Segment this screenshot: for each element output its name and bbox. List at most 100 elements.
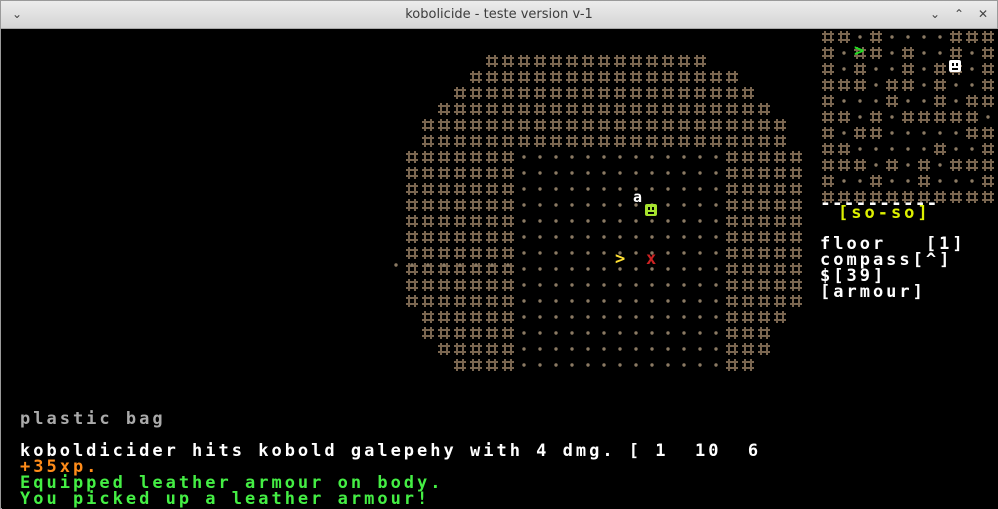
- wall-tile: [950, 159, 962, 171]
- floor-tile: [650, 347, 654, 351]
- floor-tile: [682, 331, 686, 335]
- floor-tile: [570, 283, 574, 287]
- floor-tile: [682, 155, 686, 159]
- wall-tile: [550, 71, 562, 83]
- wall-tile: [454, 87, 466, 99]
- wall-tile: [454, 327, 466, 339]
- wall-tile: [902, 79, 914, 91]
- floor-tile: [634, 315, 638, 319]
- floor-tile: [602, 219, 606, 223]
- wall-tile: [758, 263, 770, 275]
- floor-tile: [890, 51, 894, 55]
- game-screen[interactable]: a > x > ---------- [so-so] floor [1] com…: [2, 29, 998, 509]
- wall-tile: [582, 87, 594, 99]
- wall-tile: [486, 103, 498, 115]
- wall-tile: [838, 79, 850, 91]
- wall-tile: [646, 71, 658, 83]
- floor-tile: [682, 171, 686, 175]
- wall-tile: [502, 55, 514, 67]
- wall-tile: [774, 279, 786, 291]
- floor-tile: [874, 67, 878, 71]
- wall-tile: [630, 103, 642, 115]
- wall-tile: [534, 103, 546, 115]
- floor-tile: [522, 283, 526, 287]
- wall-tile: [742, 135, 754, 147]
- monster-letter: a: [633, 188, 646, 206]
- floor-tile: [682, 219, 686, 223]
- wall-tile: [662, 71, 674, 83]
- wall-tile: [406, 183, 418, 195]
- floor-tile: [970, 67, 974, 71]
- wall-tile: [966, 31, 978, 43]
- wall-tile: [486, 295, 498, 307]
- wall-tile: [726, 295, 738, 307]
- wall-tile: [438, 295, 450, 307]
- wall-tile: [982, 175, 994, 187]
- floor-tile: [874, 99, 878, 103]
- wall-tile: [518, 87, 530, 99]
- wall-tile: [934, 111, 946, 123]
- wall-tile: [486, 71, 498, 83]
- wall-tile: [966, 127, 978, 139]
- floor-tile: [650, 187, 654, 191]
- wall-tile: [758, 199, 770, 211]
- floor-tile: [842, 51, 846, 55]
- floor-tile: [698, 267, 702, 271]
- floor-tile: [666, 251, 670, 255]
- wall-tile: [726, 343, 738, 355]
- wall-tile: [742, 311, 754, 323]
- wall-tile: [454, 343, 466, 355]
- wall-tile: [486, 167, 498, 179]
- floor-tile: [698, 363, 702, 367]
- wall-tile: [598, 103, 610, 115]
- wall-tile: [502, 87, 514, 99]
- wall-tile: [870, 31, 882, 43]
- floor-tile: [570, 155, 574, 159]
- wall-tile: [486, 87, 498, 99]
- floor-tile: [650, 283, 654, 287]
- wall-tile: [422, 119, 434, 131]
- floor-tile: [602, 203, 606, 207]
- floor-tile: [586, 251, 590, 255]
- floor-tile: [538, 155, 542, 159]
- floor-tile: [666, 171, 670, 175]
- wall-tile: [454, 119, 466, 131]
- floor-tile: [618, 363, 622, 367]
- wall-tile: [422, 247, 434, 259]
- wall-tile: [854, 159, 866, 171]
- wall-tile: [982, 191, 994, 203]
- minimize-icon[interactable]: ⌄: [925, 5, 945, 23]
- wall-tile: [502, 359, 514, 371]
- wall-tile: [982, 31, 994, 43]
- wall-tile: [790, 215, 802, 227]
- wall-tile: [438, 343, 450, 355]
- wall-tile: [438, 231, 450, 243]
- close-icon[interactable]: ✕: [973, 5, 993, 23]
- wall-tile: [758, 167, 770, 179]
- maximize-icon[interactable]: ⌃: [949, 5, 969, 23]
- wall-tile: [726, 151, 738, 163]
- wall-tile: [630, 71, 642, 83]
- floor-tile: [538, 267, 542, 271]
- wall-tile: [422, 295, 434, 307]
- floor-tile: [570, 187, 574, 191]
- floor-tile: [714, 315, 718, 319]
- floor-tile: [890, 179, 894, 183]
- wall-tile: [742, 199, 754, 211]
- trap-x-icon: x: [646, 249, 660, 269]
- wall-tile: [502, 71, 514, 83]
- wall-tile: [662, 103, 674, 115]
- wall-tile: [726, 311, 738, 323]
- floor-tile: [858, 147, 862, 151]
- floor-tile: [586, 267, 590, 271]
- floor-tile: [538, 251, 542, 255]
- wall-tile: [662, 135, 674, 147]
- wall-tile: [694, 119, 706, 131]
- wall-tile: [470, 103, 482, 115]
- game-window: ⌄ kobolicide - teste version v-1 ⌄ ⌃ ✕ a…: [0, 0, 998, 509]
- wall-tile: [774, 119, 786, 131]
- wall-tile: [678, 55, 690, 67]
- floor-tile: [970, 83, 974, 87]
- wall-tile: [470, 135, 482, 147]
- floor-tile: [602, 251, 606, 255]
